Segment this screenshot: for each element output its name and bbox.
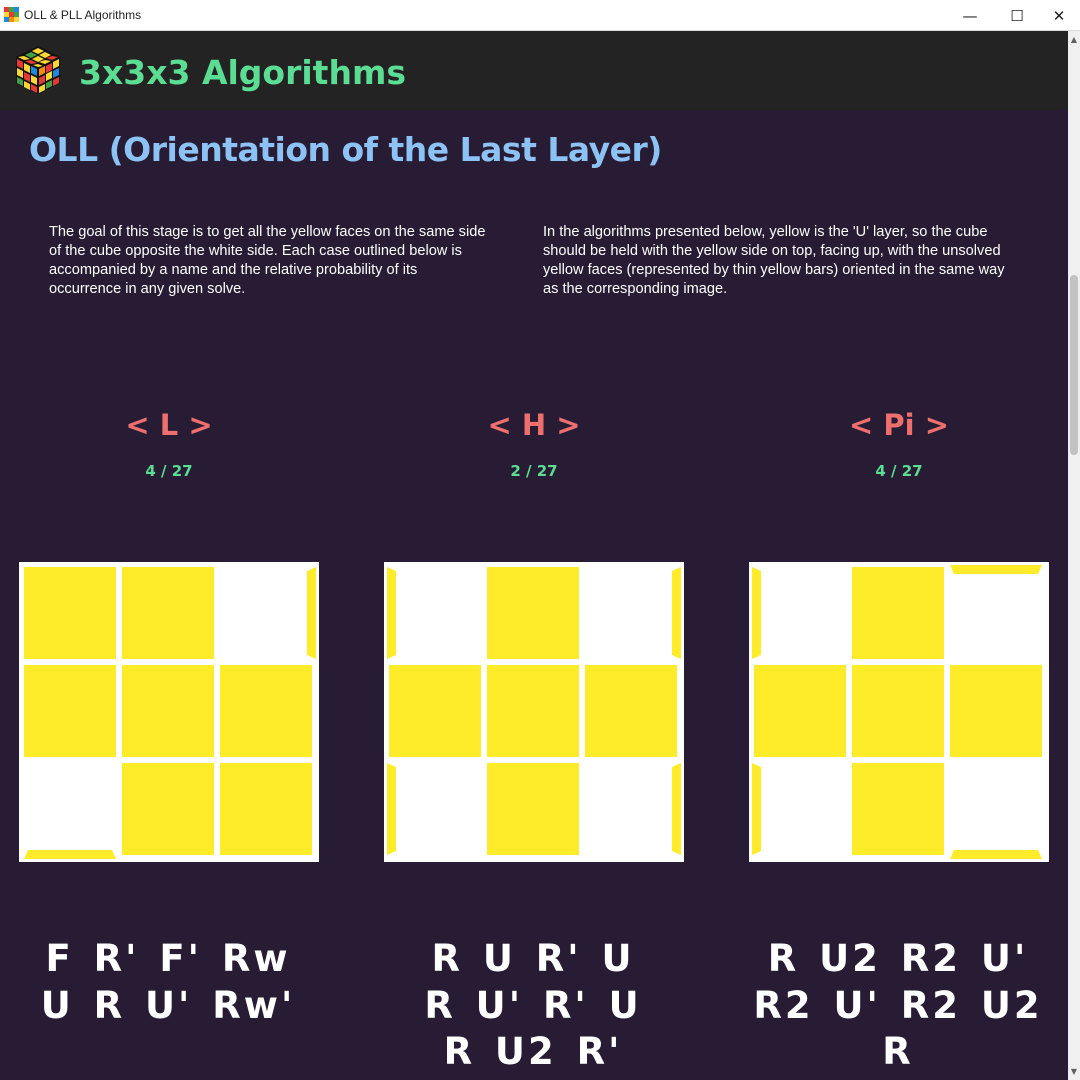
yellow-sticker xyxy=(487,763,579,855)
algorithm-line: R U2 R2 U' xyxy=(767,937,1029,980)
side-orientation-bar xyxy=(672,763,681,855)
yellow-sticker xyxy=(950,665,1042,757)
side-orientation-bar xyxy=(387,567,396,659)
yellow-sticker xyxy=(487,665,579,757)
case-name[interactable]: < L > xyxy=(19,408,319,442)
case-probability: 4 / 27 xyxy=(145,462,193,480)
next-case-chevron-icon[interactable]: > xyxy=(915,408,949,442)
algorithm-line: R xyxy=(882,1030,914,1073)
next-case-chevron-icon[interactable]: > xyxy=(178,408,212,442)
maximize-button[interactable]: ☐ xyxy=(994,0,1040,31)
case-grid xyxy=(752,565,1042,859)
intro-paragraph-right: In the algorithms presented below, yello… xyxy=(543,224,1005,297)
case-probability: 4 / 27 xyxy=(875,462,923,480)
case-grid xyxy=(24,567,316,859)
case-name[interactable]: < Pi > xyxy=(749,408,1049,442)
algorithm-line: R2 U' R2 U2 xyxy=(753,983,1043,1027)
algorithm-text: R U R' U R U' R' U R U2 R' xyxy=(363,936,703,1076)
yellow-sticker xyxy=(852,763,944,855)
yellow-sticker xyxy=(122,567,214,659)
side-orientation-bar xyxy=(950,565,1042,574)
algorithm-text: F R' F' Rw U R U' Rw' xyxy=(0,936,338,1029)
side-orientation-bar xyxy=(387,763,396,855)
next-case-chevron-icon[interactable]: > xyxy=(546,408,580,442)
prev-case-chevron-icon[interactable]: < xyxy=(125,408,159,442)
side-orientation-bar xyxy=(672,567,681,659)
algorithm-line: R U' R' U xyxy=(424,983,642,1027)
yellow-sticker xyxy=(220,665,312,757)
prev-case-chevron-icon[interactable]: < xyxy=(849,408,883,442)
window-title: OLL & PLL Algorithms xyxy=(24,8,142,22)
oll-case-diagram xyxy=(19,562,319,862)
close-button[interactable]: ✕ xyxy=(1036,0,1080,31)
scroll-down-arrow-icon[interactable]: ▼ xyxy=(1068,1063,1080,1080)
case-grid xyxy=(387,567,681,855)
section-title: OLL (Orientation of the Last Layer) xyxy=(29,130,662,169)
prev-case-chevron-icon[interactable]: < xyxy=(487,408,521,442)
side-orientation-bar xyxy=(307,567,316,659)
site-header: 3x3x3 Algorithms xyxy=(0,31,1068,110)
side-orientation-bar xyxy=(24,850,116,859)
yellow-sticker xyxy=(585,665,677,757)
algorithm-line: R U R' U xyxy=(431,937,635,980)
case-probability: 2 / 27 xyxy=(510,462,558,480)
yellow-sticker xyxy=(487,567,579,659)
oll-case-diagram xyxy=(749,562,1049,862)
algorithm-line: U R U' Rw' xyxy=(40,983,296,1027)
side-orientation-bar xyxy=(752,567,761,659)
yellow-sticker xyxy=(122,763,214,855)
yellow-sticker xyxy=(852,567,944,659)
minimize-button[interactable]: — xyxy=(947,0,993,31)
algorithm-text: R U2 R2 U' R2 U' R2 U2 R xyxy=(728,936,1068,1076)
vertical-scrollbar[interactable] xyxy=(1068,31,1080,1080)
case-name-label: Pi xyxy=(883,408,915,442)
oll-case-diagram xyxy=(384,562,684,862)
case-name[interactable]: < H > xyxy=(384,408,684,442)
site-title: 3x3x3 Algorithms xyxy=(79,53,406,92)
scrollbar-thumb[interactable] xyxy=(1070,275,1078,455)
yellow-sticker xyxy=(24,665,116,757)
scroll-up-arrow-icon[interactable]: ▲ xyxy=(1068,31,1080,48)
side-orientation-bar xyxy=(752,763,761,855)
window-titlebar: OLL & PLL Algorithms — ☐ ✕ xyxy=(0,0,1080,31)
algorithm-line: R U2 R' xyxy=(443,1030,623,1073)
app-cube-icon xyxy=(4,7,19,22)
side-orientation-bar xyxy=(950,850,1042,859)
case-name-label: H xyxy=(521,408,547,442)
yellow-sticker xyxy=(24,567,116,659)
yellow-sticker xyxy=(122,665,214,757)
yellow-sticker xyxy=(852,665,944,757)
yellow-sticker xyxy=(754,665,846,757)
case-name-label: L xyxy=(159,408,179,442)
rubiks-cube-icon xyxy=(16,46,60,94)
algorithm-line: F R' F' Rw xyxy=(45,937,291,980)
intro-paragraph-left: The goal of this stage is to get all the… xyxy=(49,224,486,297)
yellow-sticker xyxy=(220,763,312,855)
yellow-sticker xyxy=(389,665,481,757)
